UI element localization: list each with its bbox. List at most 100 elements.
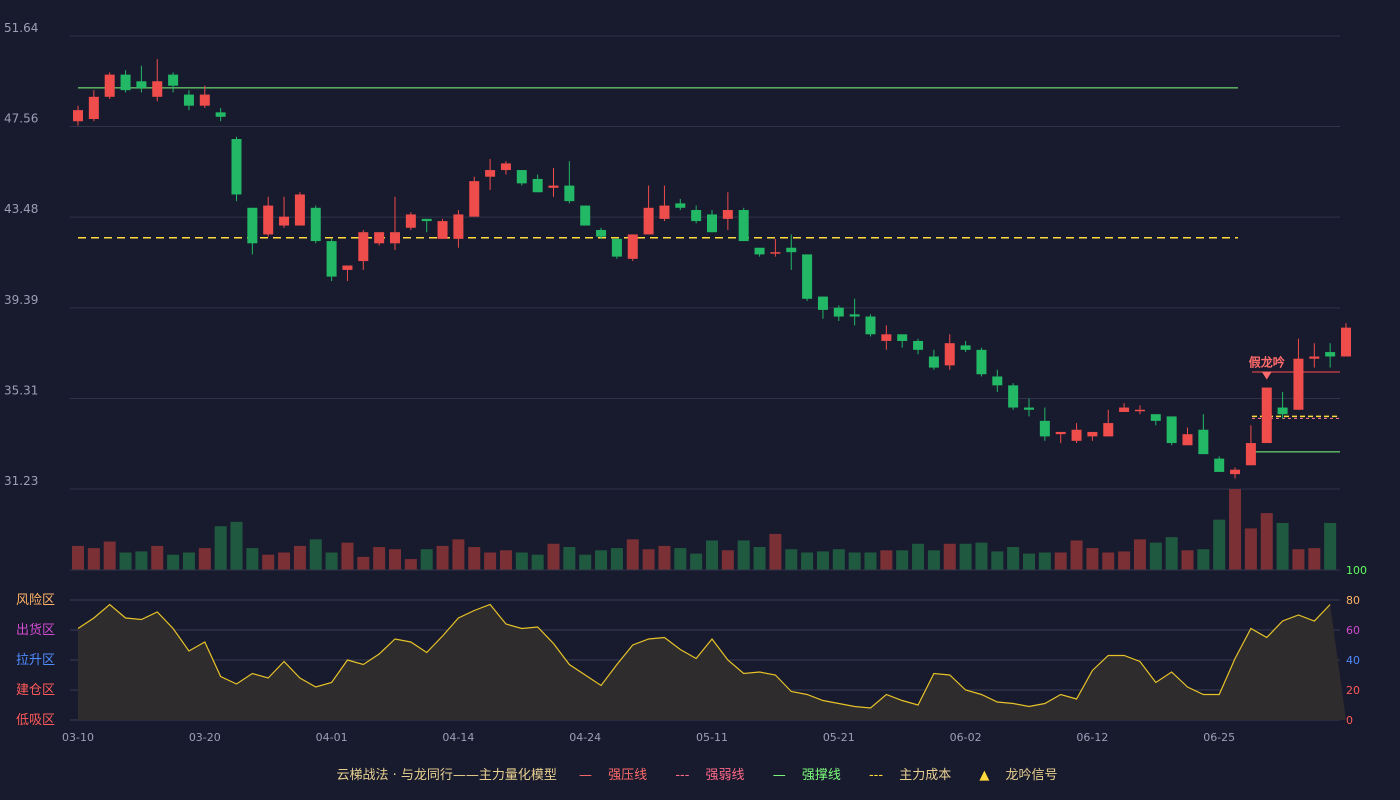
candle-body bbox=[136, 81, 147, 88]
volume-bar bbox=[1102, 552, 1115, 570]
volume-bar bbox=[230, 521, 243, 570]
volume-bar bbox=[404, 559, 417, 570]
candle-body bbox=[1325, 352, 1336, 357]
volume-bar bbox=[880, 550, 893, 570]
candle-body bbox=[310, 207, 321, 242]
osc-zone-label: 风险区 bbox=[16, 593, 55, 608]
volume-bar bbox=[1133, 539, 1146, 570]
volume-bar bbox=[1149, 542, 1162, 570]
volume-bar bbox=[626, 539, 639, 570]
volume-bar bbox=[531, 554, 544, 570]
volume-bar bbox=[373, 547, 386, 570]
date-tick-label: 04-14 bbox=[442, 731, 474, 744]
candle-body bbox=[152, 81, 163, 97]
volume-bar bbox=[1213, 519, 1226, 570]
volume-bar bbox=[468, 547, 481, 570]
candle-body bbox=[1087, 431, 1098, 437]
volume-bar bbox=[1023, 553, 1035, 570]
volume-bar bbox=[1308, 548, 1321, 570]
candle-body bbox=[849, 314, 860, 317]
volume-bar bbox=[151, 545, 164, 570]
volume-bar bbox=[1070, 540, 1083, 570]
price-tick-label: 31.23 bbox=[4, 474, 38, 488]
candle-body bbox=[390, 232, 400, 244]
candle-body bbox=[960, 345, 971, 350]
candle-body bbox=[675, 203, 686, 208]
volume-bar bbox=[515, 552, 528, 570]
candle-body bbox=[865, 316, 876, 335]
volume-bar bbox=[484, 552, 497, 570]
candle-body bbox=[1198, 429, 1209, 455]
volume-bar bbox=[309, 539, 322, 570]
date-tick-label: 03-10 bbox=[62, 731, 94, 744]
volume-bar bbox=[769, 533, 782, 570]
volume-bar bbox=[420, 549, 433, 570]
candle-body bbox=[1293, 358, 1304, 410]
volume-bar bbox=[167, 554, 180, 570]
volume-bar bbox=[293, 545, 306, 570]
legend-item-strong-support[interactable]: — 强撑线 bbox=[767, 768, 847, 783]
candle-body bbox=[421, 218, 432, 222]
volume-bar bbox=[959, 543, 972, 570]
candle-body bbox=[73, 110, 83, 122]
volume-bar bbox=[721, 550, 734, 570]
volume-bar bbox=[103, 541, 116, 570]
volume-bar bbox=[991, 551, 1004, 570]
legend-item-strength[interactable]: --- 强弱线 bbox=[669, 768, 750, 783]
volume-bar bbox=[864, 552, 877, 570]
price-tick-label: 47.56 bbox=[4, 112, 38, 126]
candle-body bbox=[897, 334, 908, 341]
volume-bar bbox=[1038, 552, 1051, 570]
candle-body bbox=[754, 247, 765, 255]
candle-body bbox=[247, 207, 258, 244]
osc-zone-label: 出货区 bbox=[16, 622, 55, 638]
candle-body bbox=[659, 205, 670, 219]
osc-tick-label: 60 bbox=[1346, 624, 1360, 637]
volume-bar bbox=[198, 548, 211, 570]
legend-item-main-cost[interactable]: --- 主力成本 bbox=[863, 768, 957, 783]
volume-bar bbox=[1229, 489, 1242, 570]
price-tick-label: 39.39 bbox=[4, 293, 38, 307]
candle-body bbox=[722, 210, 733, 219]
candle-body bbox=[596, 229, 607, 237]
legend-item-signal[interactable]: ▲ 龙吟信号 bbox=[973, 768, 1063, 783]
volume-bar bbox=[1244, 528, 1257, 570]
candle-body bbox=[516, 170, 527, 184]
legend-item-strong-resist[interactable]: — 强压线 bbox=[573, 768, 653, 783]
volume-bar bbox=[499, 550, 512, 570]
volume-bar bbox=[1054, 552, 1067, 570]
osc-tick-label: 100 bbox=[1346, 564, 1367, 577]
candle-body bbox=[1103, 423, 1114, 437]
candle-body bbox=[1119, 407, 1130, 412]
candle-body bbox=[358, 232, 369, 262]
volume-bar bbox=[563, 547, 576, 570]
volume-bar bbox=[579, 554, 592, 570]
volume-bar bbox=[785, 549, 798, 570]
candle-body bbox=[1008, 385, 1019, 408]
volume-bar bbox=[912, 543, 925, 570]
osc-zone-label: 低吸区 bbox=[16, 713, 55, 728]
volume-bar bbox=[357, 556, 370, 570]
candle-body bbox=[1039, 420, 1050, 437]
volume-bar bbox=[72, 545, 84, 570]
candle-body bbox=[770, 252, 781, 254]
volume-bar bbox=[547, 543, 560, 570]
volume-bar bbox=[278, 552, 291, 570]
volume-bar bbox=[801, 552, 814, 570]
volume-bar bbox=[595, 550, 608, 570]
volume-bar bbox=[1181, 550, 1194, 570]
candlestick-chart: 51.64 47.56 43.48 39.39 35.31 31.23 假龙吟 100 80 60… bbox=[4, 21, 1367, 744]
candle-body bbox=[231, 138, 242, 195]
volume-bar bbox=[753, 547, 766, 570]
candle-body bbox=[405, 214, 416, 228]
candle-body bbox=[279, 216, 290, 226]
date-tick-label: 03-20 bbox=[189, 731, 221, 744]
candle-body bbox=[485, 170, 496, 177]
candle-body bbox=[437, 221, 448, 239]
candle-body bbox=[342, 265, 353, 270]
volume-bar bbox=[927, 550, 940, 570]
volume-bar bbox=[737, 540, 750, 570]
osc-tick-label: 20 bbox=[1346, 684, 1360, 697]
volume-bar bbox=[706, 540, 718, 570]
signal-label: 假龙吟 bbox=[1249, 355, 1285, 370]
